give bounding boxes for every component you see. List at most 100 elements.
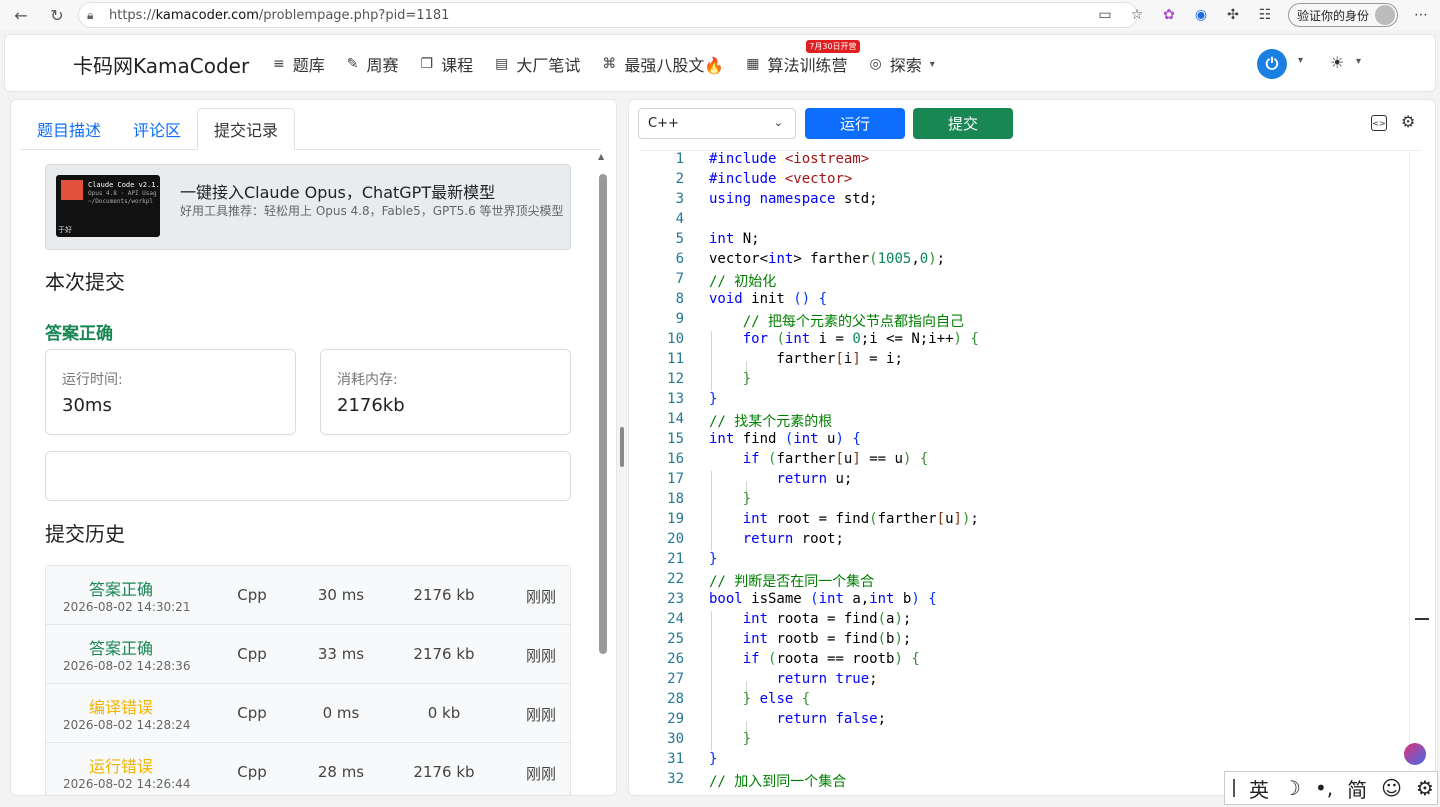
row-memory: 2176 kb: [413, 586, 475, 604]
history-table: 答案正确 2026-08-02 14:30:21 Cpp 30 ms 2176 …: [45, 565, 571, 795]
this-submission-heading: 本次提交: [45, 270, 125, 294]
problem-tabs: 题目描述 评论区 提交记录: [21, 108, 601, 150]
code-line: 6 vector<int> farther(1005,0);: [675, 251, 946, 267]
profile-button[interactable]: 验证你的身份: [1287, 3, 1398, 27]
assistant-brain-icon[interactable]: [1404, 743, 1426, 765]
left-scrollbar[interactable]: ▲: [597, 152, 607, 792]
address-bar[interactable]: 🔒︎ https://kamacoder.com/problempage.php…: [78, 2, 1138, 28]
scroll-position-marker: [1415, 618, 1429, 620]
ad-banner[interactable]: Claude Code v2.1.19 Opus 4.8 · API Usag …: [45, 164, 571, 250]
profile-label: 验证你的身份: [1296, 8, 1369, 23]
avatar: [1375, 5, 1395, 25]
editor-panel: C++ ⌄ 运行 提交 <> ⚙ 1 #include <iostream> 2 #…: [628, 99, 1436, 796]
code-line: 28 } else {: [667, 691, 811, 707]
ad-title: 一键接入Claude Opus，ChatGPT最新模型: [180, 183, 496, 202]
user-power-icon[interactable]: ⏻: [1257, 49, 1287, 79]
calendar-icon: ▦: [746, 56, 760, 72]
theme-sun-icon[interactable]: ☀: [1330, 53, 1344, 72]
emoji-icon[interactable]: ☺: [1381, 776, 1402, 800]
url-path: /problempage.php?pid=1181: [258, 7, 450, 23]
row-runtime: 33 ms: [317, 645, 365, 663]
submit-button[interactable]: 提交: [913, 108, 1013, 139]
tab-submissions[interactable]: 提交记录: [197, 108, 296, 150]
favorite-star-icon[interactable]: ☆: [1128, 6, 1146, 24]
memory-label: 消耗内存:: [337, 372, 398, 388]
code-line: 27 return true;: [667, 671, 878, 687]
ad-thumb-text: ~/Documents/workpl: [88, 198, 154, 205]
reader-icon[interactable]: ▭: [1096, 6, 1114, 24]
nav-problems[interactable]: ≡ 题库: [273, 52, 325, 76]
ime-mode-toggle[interactable]: 英: [1249, 774, 1269, 803]
reload-icon[interactable]: ↻: [46, 4, 68, 26]
list-icon: ≡: [273, 56, 285, 72]
lock-icon: 🔒︎: [87, 7, 94, 22]
ime-settings-icon[interactable]: ⚙: [1416, 776, 1434, 800]
code-editor[interactable]: 1 #include <iostream> 2 #include <vector> …: [639, 150, 1429, 791]
chevron-down-icon[interactable]: ▾: [1356, 56, 1361, 67]
scrollbar-thumb[interactable]: [599, 174, 607, 654]
nav-explore[interactable]: ◎ 探索 ▾: [870, 52, 935, 76]
ad-thumb-text: Opus 4.8 · API Usag: [88, 190, 157, 197]
moon-icon[interactable]: ☽: [1283, 776, 1301, 800]
table-row[interactable]: 编译错误 2026-08-02 14:28:24 Cpp 0 ms 0 kb 刚…: [46, 684, 570, 743]
code-line: 10 for (int i = 0;i <= N;i++) {: [667, 331, 979, 347]
table-row[interactable]: 答案正确 2026-08-02 14:30:21 Cpp 30 ms 2176 …: [46, 566, 570, 625]
camp-badge: 7月30日开营: [806, 40, 860, 53]
row-time: 2026-08-02 14:26:44: [63, 777, 191, 791]
tab-description[interactable]: 题目描述: [21, 108, 117, 150]
code-line: 5 int N;: [675, 231, 760, 247]
nav-algorithm-camp[interactable]: ▦ 算法训练营 7月30日开营: [746, 40, 860, 76]
more-menu-icon[interactable]: ⋯: [1412, 6, 1430, 24]
memory-value: 2176kb: [337, 395, 405, 416]
chevron-down-icon[interactable]: ▾: [1298, 55, 1303, 66]
nav-label: 题库: [292, 56, 325, 75]
editor-scrollbar[interactable]: [1409, 151, 1421, 791]
run-button[interactable]: 运行: [805, 108, 905, 139]
table-row[interactable]: 答案正确 2026-08-02 14:28:36 Cpp 33 ms 2176 …: [46, 625, 570, 684]
nav-label: 算法训练营: [767, 56, 848, 75]
table-row[interactable]: 运行错误 2026-08-02 14:26:44 Cpp 28 ms 2176 …: [46, 743, 570, 795]
runtime-label: 运行时间:: [62, 372, 123, 388]
ad-thumbnail: Claude Code v2.1.19 Opus 4.8 · API Usag …: [56, 175, 160, 237]
memory-card: 消耗内存: 2176kb: [320, 349, 571, 435]
ime-drag-handle[interactable]: [1233, 779, 1235, 797]
nav-company-exams[interactable]: ▤ 大厂笔试: [495, 52, 580, 76]
code-line: 12 }: [667, 371, 752, 387]
code-line: 16 if (farther[u] == u) {: [667, 451, 929, 467]
tab-comments[interactable]: 评论区: [117, 108, 197, 150]
extensions-puzzle-icon[interactable]: ✣: [1224, 6, 1242, 24]
main-nav: ≡ 题库 ✎ 周赛 ❐ 课程 ▤ 大厂笔试 ⌘ 最强八股文🔥 ▦ 算法训练营 7…: [273, 35, 935, 93]
row-lang: Cpp: [237, 586, 267, 604]
collections-icon[interactable]: ☷: [1256, 6, 1274, 24]
code-format-icon[interactable]: <>: [1371, 115, 1387, 131]
row-runtime: 0 ms: [322, 704, 360, 722]
panel-resize-handle[interactable]: [620, 427, 624, 467]
settings-gear-icon[interactable]: ⚙: [1401, 112, 1415, 131]
url-host: kamacoder.com: [155, 7, 259, 23]
code-line: 15 int find (int u) {: [667, 431, 861, 447]
nav-courses[interactable]: ❐ 课程: [421, 52, 474, 76]
nav-label: 课程: [441, 56, 474, 75]
code-line: 22// 判断是否在同一个集合: [667, 571, 875, 590]
brand-logo[interactable]: 卡码网KamaCoder: [73, 50, 249, 79]
row-status: 编译错误: [88, 698, 153, 717]
language-select[interactable]: C++ ⌄: [638, 108, 796, 139]
site-header: 卡码网KamaCoder ≡ 题库 ✎ 周赛 ❐ 课程 ▤ 大厂笔试 ⌘ 最强八…: [4, 34, 1436, 92]
row-status: 运行错误: [88, 757, 153, 776]
punctuation-icon[interactable]: •,: [1315, 776, 1333, 800]
code-line: 21}: [667, 551, 718, 567]
ime-simplified-toggle[interactable]: 简: [1347, 774, 1367, 803]
nav-label: 大厂笔试: [516, 56, 581, 75]
extension-blue-icon[interactable]: ◉: [1192, 6, 1210, 24]
code-line: 25 int rootb = find(b);: [667, 631, 912, 647]
code-line: 20 return root;: [667, 531, 844, 547]
nav-weekly-contest[interactable]: ✎ 周赛: [347, 52, 399, 76]
code-line: 1 #include <iostream>: [675, 151, 870, 167]
code-line: 3 using namespace std;: [675, 191, 878, 207]
extension-brain-icon[interactable]: ✿: [1160, 6, 1178, 24]
code-icon: ⌘: [602, 56, 617, 72]
scroll-up-icon[interactable]: ▲: [598, 152, 604, 161]
ad-description: 好用工具推荐：轻松用上 Opus 4.8，Fable5，GPT5.6 等世界顶尖…: [180, 204, 564, 218]
back-icon[interactable]: ←: [10, 4, 32, 26]
nav-interview-notes[interactable]: ⌘ 最强八股文🔥: [602, 52, 724, 76]
